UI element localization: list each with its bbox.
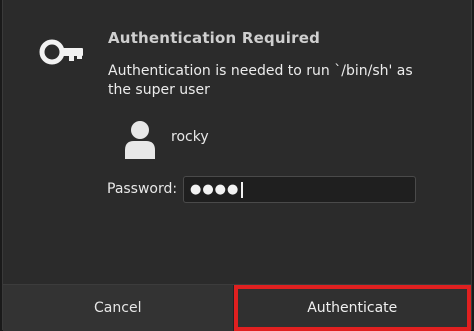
key-icon bbox=[39, 39, 83, 65]
cancel-button[interactable]: Cancel bbox=[3, 285, 234, 331]
password-masked-value: ●●●● bbox=[190, 182, 240, 197]
authenticate-button-label: Authenticate bbox=[307, 300, 398, 316]
password-label: Password: bbox=[107, 181, 178, 197]
dialog-message: Authentication is needed to run `/bin/sh… bbox=[108, 63, 413, 98]
authenticate-button[interactable]: Authenticate bbox=[233, 285, 471, 331]
password-field[interactable]: ●●●● bbox=[183, 176, 416, 203]
username-label: rocky bbox=[171, 129, 209, 145]
cancel-button-label: Cancel bbox=[94, 300, 142, 316]
authentication-dialog: Authentication Required Authentication i… bbox=[2, 0, 472, 331]
person-icon bbox=[125, 121, 155, 159]
text-caret bbox=[241, 181, 244, 198]
dialog-title: Authentication Required bbox=[108, 29, 321, 47]
button-bar: Cancel Authenticate bbox=[3, 284, 471, 331]
